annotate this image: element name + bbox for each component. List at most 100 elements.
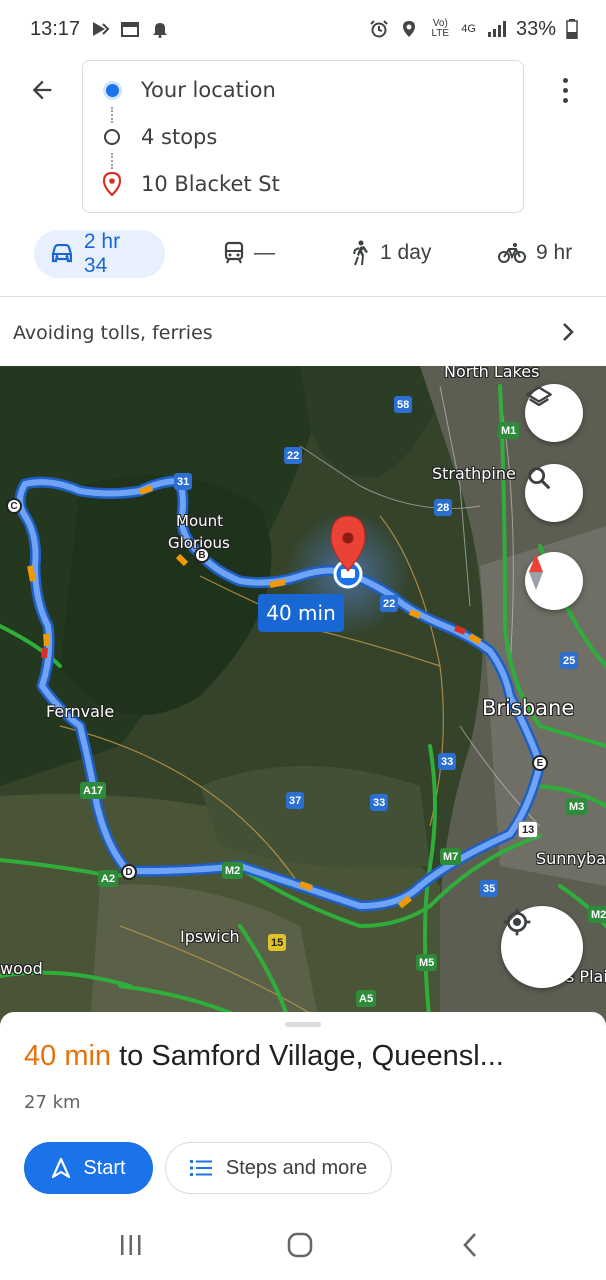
steps-label: Steps and more [225,1156,368,1179]
road-shield: M2 [222,862,244,879]
place-label: Brisbane [482,696,575,720]
place-label: North Lakes [444,366,540,381]
origin-dot-icon [105,83,119,97]
arrow-left-icon [32,80,52,100]
chevron-left-icon [463,1233,476,1257]
mode-cycle-label: 9 hr [536,241,573,264]
home-button[interactable] [280,1230,320,1260]
mode-walk[interactable]: 1 day [350,228,431,278]
compass-button[interactable] [525,552,583,610]
car-icon [51,243,72,263]
network-label: Vo) LTE [431,18,450,39]
home-icon [287,1232,313,1258]
search-icon [528,467,550,489]
stop-circle-icon [104,129,120,145]
notification-bell-icon [153,23,168,38]
calendar-icon [121,22,140,37]
stop-marker-d[interactable]: D [121,864,137,880]
chevron-right-icon [563,323,574,341]
recent-apps-icon [121,1235,141,1255]
road-shield: 22 [284,447,303,464]
road-shield: 37 [286,792,305,809]
my-location-icon [503,908,531,936]
road-shield: M3 [566,798,588,815]
mode-transit[interactable]: — [224,228,275,278]
place-label: Ipswich [180,927,240,946]
road-shield: 13 [518,821,539,838]
system-nav-bar [0,1212,606,1280]
origin-row[interactable]: Your location [83,70,276,110]
road-shield: M7 [440,848,462,865]
list-icon [189,1160,212,1176]
start-navigation-button[interactable]: Start [24,1142,153,1194]
bicycle-icon [498,243,526,263]
walk-icon [353,240,368,266]
compass-icon [529,554,543,590]
road-shield: 58 [394,396,413,413]
route-summary-title: 40 min to Samford Village, Queensl... [24,1040,584,1073]
signal-icon [487,21,506,37]
road-shield: 22 [380,595,399,612]
start-label: Start [83,1156,126,1179]
place-label: Mount [176,512,224,530]
alarm-icon [370,20,388,38]
route-summary-sheet: 40 min to Samford Village, Queensl... 27… [0,1012,606,1212]
road-shield: 28 [434,499,453,516]
road-shield: 33 [438,753,457,770]
stop-marker-c[interactable]: C [6,498,22,514]
stop-marker-b[interactable]: B [194,547,210,563]
divider [0,296,606,297]
travel-modes: 2 hr 34 — 1 day 9 hr [0,228,606,280]
destination-pin-icon [103,172,121,196]
road-shield: A2 [98,870,119,887]
mode-drive-label: 2 hr 34 [83,230,121,277]
stop-marker-e[interactable]: E [532,755,548,771]
battery-icon [566,19,578,39]
mode-drive[interactable]: 2 hr 34 [34,230,165,278]
mode-cycle[interactable]: 9 hr [498,228,572,278]
sheet-drag-handle[interactable] [285,1022,321,1027]
route-waypoints: Your location 4 stops 10 Blacket St [82,60,524,213]
my-location-button[interactable] [501,906,583,988]
destination-row[interactable]: 10 Blacket St [83,164,280,204]
mode-walk-label: 1 day [380,241,432,264]
road-shield: 33 [370,794,389,811]
road-shield: M1 [498,422,520,439]
road-shield: A5 [356,990,377,1007]
route-options-row[interactable]: Avoiding tolls, ferries [0,300,606,366]
train-icon [224,241,244,264]
road-shield: A17 [80,782,107,799]
road-shield: M5 [416,954,438,971]
more-options-button[interactable] [548,70,582,110]
place-label: Fernvale [46,702,115,721]
battery-percent: 33% [515,17,556,40]
back-button[interactable] [22,70,62,110]
more-vert-icon [562,77,568,83]
origin-label: Your location [141,78,276,102]
stops-label: 4 stops [141,125,218,149]
play-store-icon [93,22,110,36]
steps-and-more-button[interactable]: Steps and more [165,1142,392,1194]
mode-transit-label: — [254,241,275,264]
road-shield: 35 [480,880,499,897]
navigation-arrow-icon [52,1157,71,1179]
route-duration-tag[interactable]: 40 min [258,594,344,632]
layers-button[interactable] [525,384,583,442]
map-view[interactable]: 40 min North Lakes Strathpine Mount Glor… [0,366,606,1026]
status-time: 13:17 [30,17,81,40]
road-shield: 15 [268,934,287,951]
recent-apps-button[interactable] [111,1230,151,1260]
place-label: Sunnybank [536,849,606,868]
place-label: wood [0,959,43,978]
network-type: 4G [461,23,476,35]
route-distance: 27 km [24,1092,81,1113]
location-icon [403,21,416,37]
search-along-route-button[interactable] [525,464,583,522]
route-options-label: Avoiding tolls, ferries [13,322,213,344]
road-shield: M2 [588,906,606,923]
stops-row[interactable]: 4 stops [83,117,217,157]
route-duration: 40 min [24,1040,112,1072]
layers-icon [526,386,552,407]
destination-label: 10 Blacket St [141,172,280,196]
system-back-button[interactable] [450,1230,490,1260]
